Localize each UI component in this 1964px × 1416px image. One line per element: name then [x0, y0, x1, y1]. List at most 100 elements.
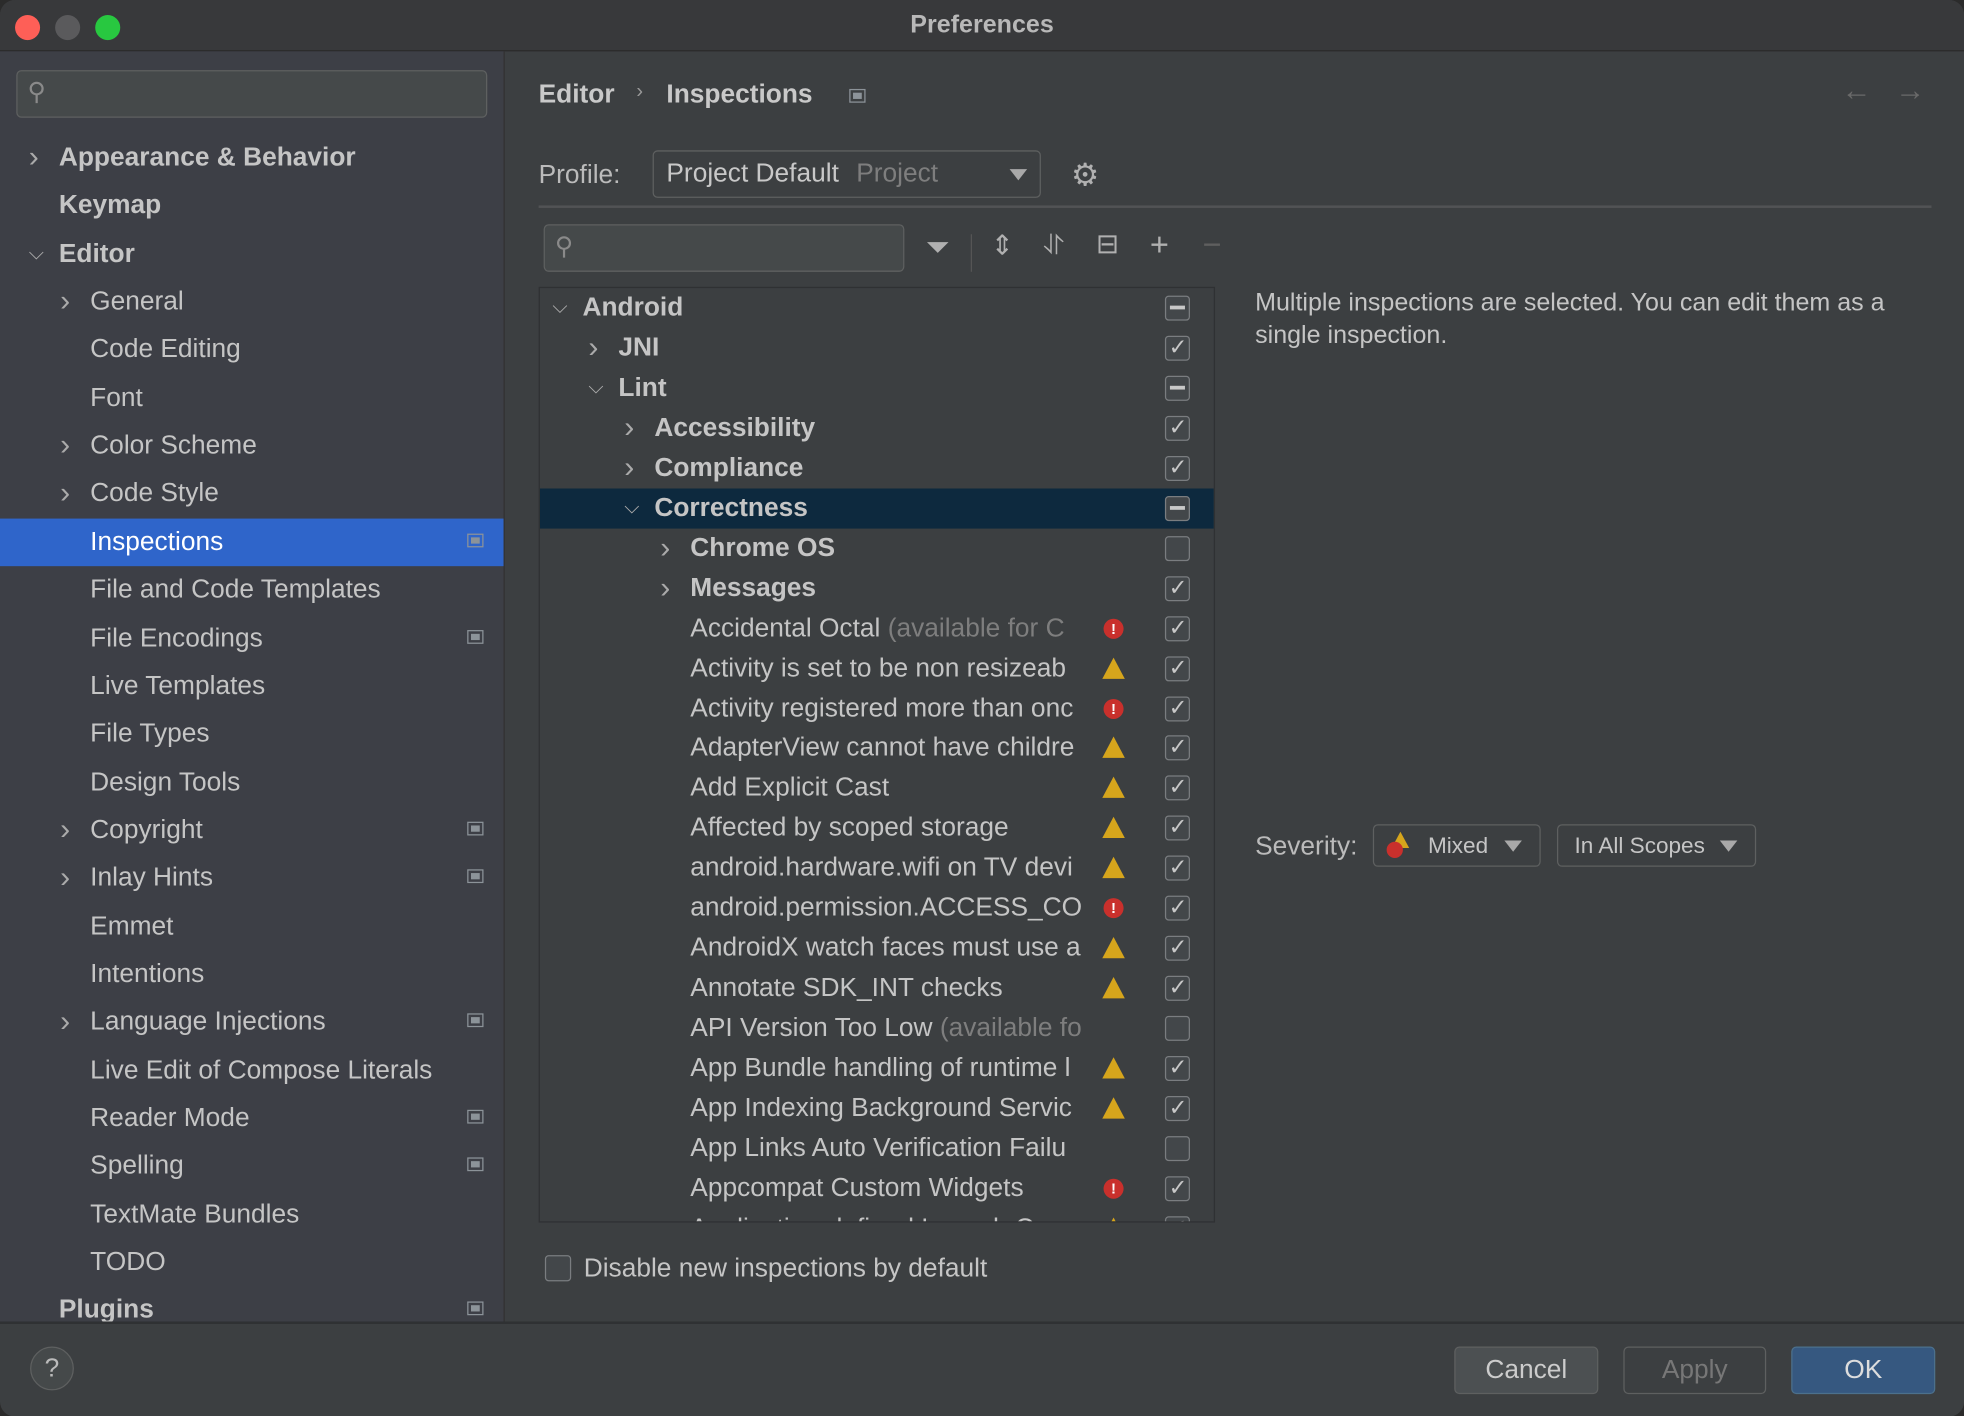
filter-icon[interactable]: ⏷ — [926, 230, 950, 265]
remove-icon[interactable]: − — [1202, 225, 1221, 264]
sidebar-item-copyright[interactable]: › Copyright — [0, 807, 504, 855]
sidebar-item-file-types[interactable]: File Types — [0, 710, 504, 758]
tree-row[interactable]: Add Explicit Cast — [540, 767, 1214, 808]
sidebar-item-general[interactable]: › General — [0, 278, 504, 326]
sidebar-item-live-edit-of-compose-literals[interactable]: Live Edit of Compose Literals — [0, 1047, 504, 1095]
inspection-checkbox[interactable] — [1164, 447, 1190, 487]
inspection-checkbox[interactable] — [1164, 407, 1190, 447]
tree-row[interactable]: App Bundle handling of runtime l — [540, 1047, 1214, 1088]
inspection-checkbox[interactable] — [1164, 567, 1190, 607]
tree-row[interactable]: Activity registered more than onc! — [540, 687, 1214, 728]
sidebar-item-emmet[interactable]: Emmet — [0, 903, 504, 951]
sidebar-item-file-encodings[interactable]: File Encodings — [0, 614, 504, 662]
chevron-down-icon[interactable]: ⌵ — [552, 288, 567, 328]
sidebar-item-textmate-bundles[interactable]: TextMate Bundles — [0, 1191, 504, 1239]
sidebar-item-design-tools[interactable]: Design Tools — [0, 759, 504, 807]
chevron-down-icon[interactable]: ⌵ — [624, 488, 639, 528]
sidebar-item-plugins[interactable]: Plugins — [0, 1287, 504, 1335]
sidebar-item-editor[interactable]: ⌵ Editor — [0, 230, 504, 278]
inspection-checkbox[interactable] — [1164, 927, 1190, 967]
apply-button[interactable]: Apply — [1623, 1346, 1767, 1395]
inspection-checkbox[interactable] — [1164, 535, 1190, 561]
collapse-all-icon[interactable]: ⥯ — [1043, 229, 1064, 262]
sidebar-item-file-and-code-templates[interactable]: File and Code Templates — [0, 566, 504, 614]
sidebar-item-intentions[interactable]: Intentions — [0, 951, 504, 999]
cancel-button[interactable]: Cancel — [1454, 1346, 1599, 1395]
chevron-down-icon[interactable]: ⌵ — [588, 368, 603, 408]
expand-all-icon[interactable]: ⇕ — [991, 229, 1014, 262]
inspection-checkbox[interactable] — [1164, 687, 1190, 727]
inspection-checkbox[interactable] — [1164, 887, 1190, 927]
chevron-right-icon[interactable]: › — [60, 470, 70, 518]
disable-new-inspections-checkbox[interactable] — [544, 1255, 572, 1282]
tree-row[interactable]: › Accessibility — [540, 407, 1214, 448]
chevron-right-icon[interactable]: › — [588, 328, 598, 368]
profile-dropdown[interactable]: Project Default Project — [652, 150, 1041, 198]
inspection-checkbox[interactable] — [1164, 295, 1190, 321]
inspection-checkbox[interactable] — [1164, 647, 1190, 687]
inspection-checkbox[interactable] — [1164, 1167, 1190, 1207]
arrow-left-icon[interactable]: ← — [1841, 74, 1871, 109]
inspection-checkbox[interactable] — [1164, 727, 1190, 767]
sidebar-item-spelling[interactable]: Spelling — [0, 1143, 504, 1191]
chevron-right-icon[interactable]: › — [660, 568, 670, 608]
tree-row[interactable]: › Compliance — [540, 447, 1214, 488]
sidebar-item-code-editing[interactable]: Code Editing — [0, 326, 504, 374]
inspection-checkbox[interactable] — [1164, 1207, 1190, 1222]
sidebar-item-reader-mode[interactable]: Reader Mode — [0, 1095, 504, 1143]
chevron-right-icon[interactable]: › — [660, 528, 670, 568]
inspection-checkbox[interactable] — [1164, 767, 1190, 807]
sidebar-item-color-scheme[interactable]: › Color Scheme — [0, 422, 504, 470]
sidebar-item-appearance-behavior[interactable]: › Appearance & Behavior — [0, 134, 504, 182]
gear-icon[interactable]: ⚙ — [1071, 157, 1099, 195]
inspection-checkbox[interactable] — [1164, 1047, 1190, 1087]
sidebar-item-code-style[interactable]: › Code Style — [0, 470, 504, 518]
chevron-right-icon[interactable]: › — [60, 807, 70, 855]
inspection-checkbox[interactable] — [1164, 1015, 1190, 1042]
tree-row[interactable]: › JNI — [540, 327, 1214, 368]
chevron-right-icon[interactable]: › — [29, 134, 39, 182]
tree-row[interactable]: Affected by scoped storage — [540, 807, 1214, 848]
sidebar-item-font[interactable]: Font — [0, 374, 504, 422]
inspection-checkbox[interactable] — [1164, 967, 1190, 1007]
breadcrumb-editor[interactable]: Editor — [539, 80, 615, 110]
inspection-search-input[interactable]: ⚲ — [543, 224, 905, 272]
chevron-right-icon[interactable]: › — [60, 855, 70, 903]
tree-row[interactable]: › Messages — [540, 567, 1214, 608]
tree-row[interactable]: App Indexing Background Servic — [540, 1087, 1214, 1129]
tree-row[interactable]: Application-defined Launch C — [540, 1207, 1214, 1222]
chevron-right-icon[interactable]: › — [624, 448, 634, 488]
tree-row[interactable]: Appcompat Custom Widgets! — [540, 1167, 1214, 1209]
sidebar-item-keymap[interactable]: Keymap — [0, 182, 504, 230]
settings-search-input[interactable]: ⚲ — [16, 70, 488, 118]
scope-dropdown[interactable]: In All Scopes — [1556, 824, 1757, 867]
chevron-right-icon[interactable]: › — [60, 422, 70, 470]
sidebar-item-inlay-hints[interactable]: › Inlay Hints — [0, 855, 504, 903]
severity-dropdown[interactable]: Mixed — [1372, 824, 1541, 867]
inspection-checkbox[interactable] — [1164, 607, 1190, 647]
inspection-checkbox[interactable] — [1164, 327, 1190, 367]
sidebar-item-language-injections[interactable]: › Language Injections — [0, 999, 504, 1047]
sidebar-item-live-templates[interactable]: Live Templates — [0, 662, 504, 710]
chevron-right-icon[interactable]: › — [60, 278, 70, 326]
tree-row[interactable]: AdapterView cannot have childre — [540, 727, 1214, 768]
tree-row[interactable]: ⌵ Lint — [540, 368, 1214, 408]
inspection-checkbox[interactable] — [1164, 807, 1190, 847]
add-icon[interactable]: + — [1150, 225, 1169, 264]
inspection-checkbox[interactable] — [1164, 495, 1190, 521]
chevron-right-icon[interactable]: › — [624, 408, 634, 448]
tree-row[interactable]: ⌵ Correctness — [539, 488, 1214, 529]
tree-row[interactable]: android.hardware.wifi on TV devi — [540, 847, 1214, 888]
sidebar-item-todo[interactable]: TODO — [0, 1239, 504, 1287]
tree-row[interactable]: Accidental Octal (available for C! — [540, 607, 1214, 648]
help-button[interactable]: ? — [30, 1346, 74, 1391]
arrow-right-icon[interactable]: → — [1895, 74, 1925, 109]
chevron-down-icon[interactable]: ⌵ — [29, 230, 44, 278]
tree-row[interactable]: App Links Auto Verification Failu — [540, 1129, 1214, 1169]
inspection-checkbox[interactable] — [1164, 1136, 1190, 1162]
inspection-checkbox[interactable] — [1164, 375, 1190, 401]
tree-row[interactable]: › Chrome OS — [540, 528, 1214, 568]
tree-row[interactable]: Activity is set to be non resizeab — [540, 647, 1214, 688]
inspection-checkbox[interactable] — [1164, 847, 1190, 887]
chevron-right-icon[interactable]: › — [60, 999, 70, 1047]
